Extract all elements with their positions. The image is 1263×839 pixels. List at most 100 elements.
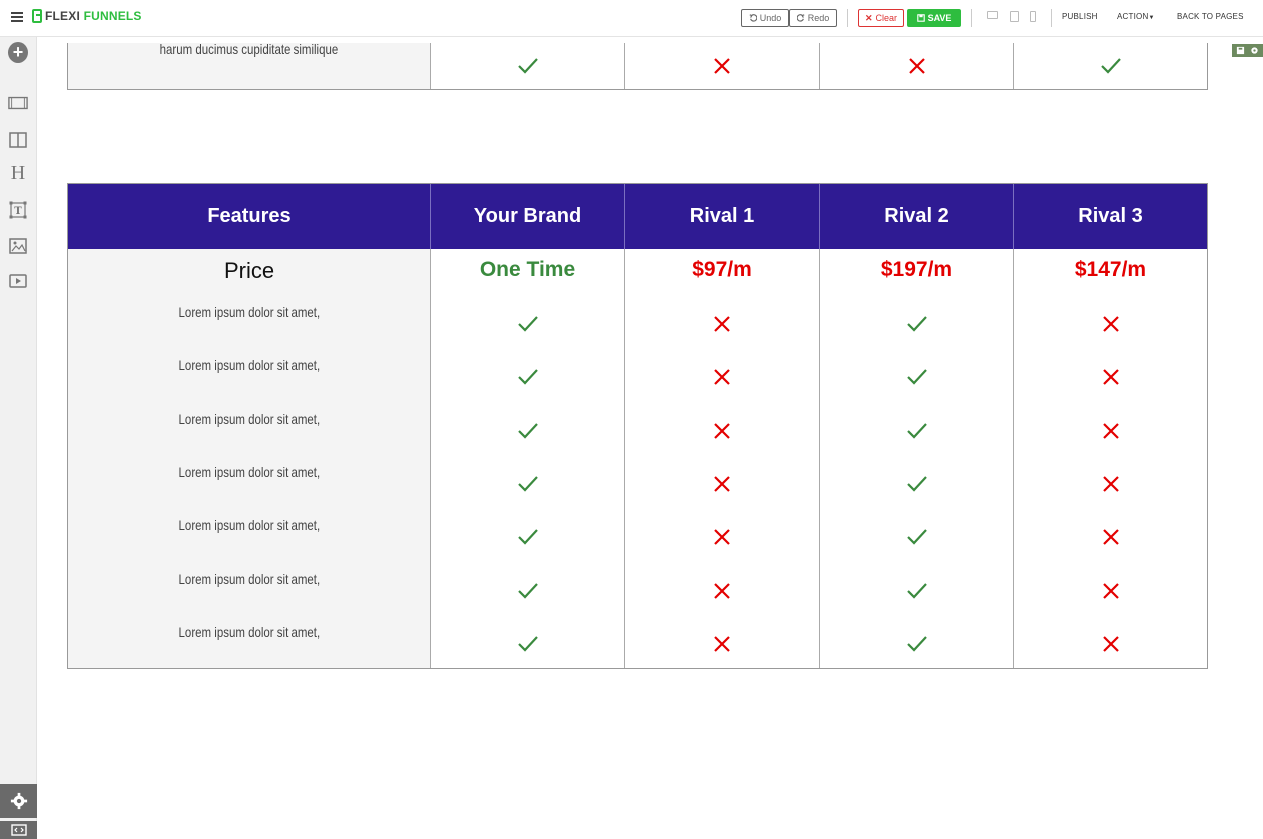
cross-icon [714,58,730,74]
logo-text-left: FLEXI [45,9,81,23]
check-icon [906,369,927,385]
code-icon [10,824,27,836]
row-tools [1232,44,1263,57]
element-sidebar: + H T [0,37,37,839]
text-icon[interactable]: T [8,201,28,219]
cross-icon [1102,529,1119,545]
rival-1-column: $97/m [625,249,820,668]
redo-label: Redo [807,13,830,23]
check-icon [906,422,927,439]
feature-row-label: Lorem ipsum dolor sit amet, [68,517,430,533]
cross-icon [1102,582,1119,599]
menu-icon[interactable] [11,10,23,24]
feature-label: harum ducimus cupiditate similique [159,41,339,57]
price-your-brand: One Time [479,258,576,281]
svg-text:T: T [14,206,22,217]
table-header-row: Features Your Brand Rival 1 Rival 2 Riva… [68,184,1207,249]
check-icon [906,582,927,599]
code-button[interactable] [0,821,37,839]
mark-cell [431,43,625,89]
check-icon [517,58,538,74]
your-brand-column: One Time [431,249,625,668]
cross-icon [1102,369,1119,386]
mark-cell [1014,43,1207,89]
rival-2-column: $197/m [820,249,1014,668]
mark-cell [625,43,820,89]
heading-icon[interactable]: H [8,162,28,184]
price-rival-2: $197/m [880,258,953,281]
table-body: Price Lorem ipsum dolor sit amet, Lorem i… [68,249,1207,668]
check-icon [517,369,538,385]
undo-label: Undo [759,13,782,23]
feature-row-text: Lorem ipsum dolor sit amet, [178,570,320,587]
cross-icon [714,369,730,386]
back-to-pages-button[interactable]: BACK TO PAGES [1177,12,1244,21]
check-icon [1100,58,1121,74]
undo-button[interactable]: Undo [741,9,789,27]
header-rival-2: Rival 2 [820,184,1014,249]
check-icon [517,422,538,439]
mark-cell [820,43,1014,89]
check-icon [906,636,927,652]
redo-icon [796,14,805,22]
add-element-icon[interactable]: + [8,41,28,63]
mobile-view-icon[interactable] [1030,11,1042,23]
caret-down-icon: ▼ [1148,15,1155,21]
check-icon [517,316,538,332]
check-icon [517,582,538,599]
cross-icon [1102,316,1119,332]
feature-row-label: Lorem ipsum dolor sit amet, [68,357,430,373]
clear-label: Clear [875,13,898,23]
cross-icon [714,582,730,599]
image-icon[interactable] [8,237,28,255]
feature-row-label: Lorem ipsum dolor sit amet, [68,304,430,320]
price-rival-3: $147/m [1074,258,1147,281]
toolbar-divider [971,9,972,27]
header-your-brand: Your Brand [431,184,625,249]
feature-row-text: Lorem ipsum dolor sit amet, [178,357,320,374]
gear-icon[interactable] [1250,46,1259,55]
publish-button[interactable]: PUBLISH [1062,12,1098,21]
feature-row-label: Lorem ipsum dolor sit amet, [68,464,430,480]
save-label: SAVE [927,13,952,23]
clear-button[interactable]: ✕ Clear [858,9,904,27]
price-rival-1: $97/m [692,258,752,281]
logo-text-right: FUNNELS [83,9,142,23]
desktop-view-icon[interactable] [987,11,999,23]
check-icon [517,476,538,492]
check-icon [906,529,927,545]
cross-icon [908,58,925,74]
header-features: Features [68,184,431,249]
logo-icon [32,9,42,23]
save-button[interactable]: SAVE [907,9,961,27]
columns-icon[interactable] [8,131,28,149]
top-toolbar: FLEXI FUNNELS Undo Redo ✕ Clear SAVE PUB… [0,0,1263,37]
settings-button[interactable] [0,784,37,818]
feature-row-text: Lorem ipsum dolor sit amet, [178,623,320,640]
header-rival-1: Rival 1 [625,184,820,249]
logo: FLEXI FUNNELS [32,9,142,23]
cross-icon [714,636,730,652]
rival-3-column: $147/m [1014,249,1207,668]
tablet-view-icon[interactable] [1010,11,1022,23]
settings-icon [10,792,27,810]
action-dropdown[interactable]: ACTION▼ [1117,12,1155,21]
price-label: Price [223,258,275,283]
toolbar-divider [1051,9,1052,27]
redo-button[interactable]: Redo [789,9,837,27]
feature-row-text: Lorem ipsum dolor sit amet, [178,410,320,427]
cross-icon [714,316,730,332]
feature-row-text: Lorem ipsum dolor sit amet, [178,517,320,534]
header-rival-3: Rival 3 [1078,205,1143,227]
check-icon [517,636,538,652]
cross-icon [1102,476,1119,492]
section-icon[interactable] [8,94,28,112]
save-icon [916,14,925,22]
video-icon[interactable] [8,272,28,290]
comparison-table[interactable]: Features Your Brand Rival 1 Rival 2 Riva… [67,183,1208,669]
feature-row-label: Lorem ipsum dolor sit amet, [68,571,430,587]
feature-row-text: Lorem ipsum dolor sit amet, [178,304,320,320]
cross-icon [714,422,730,439]
check-icon [517,529,538,545]
save-icon[interactable] [1236,46,1245,55]
